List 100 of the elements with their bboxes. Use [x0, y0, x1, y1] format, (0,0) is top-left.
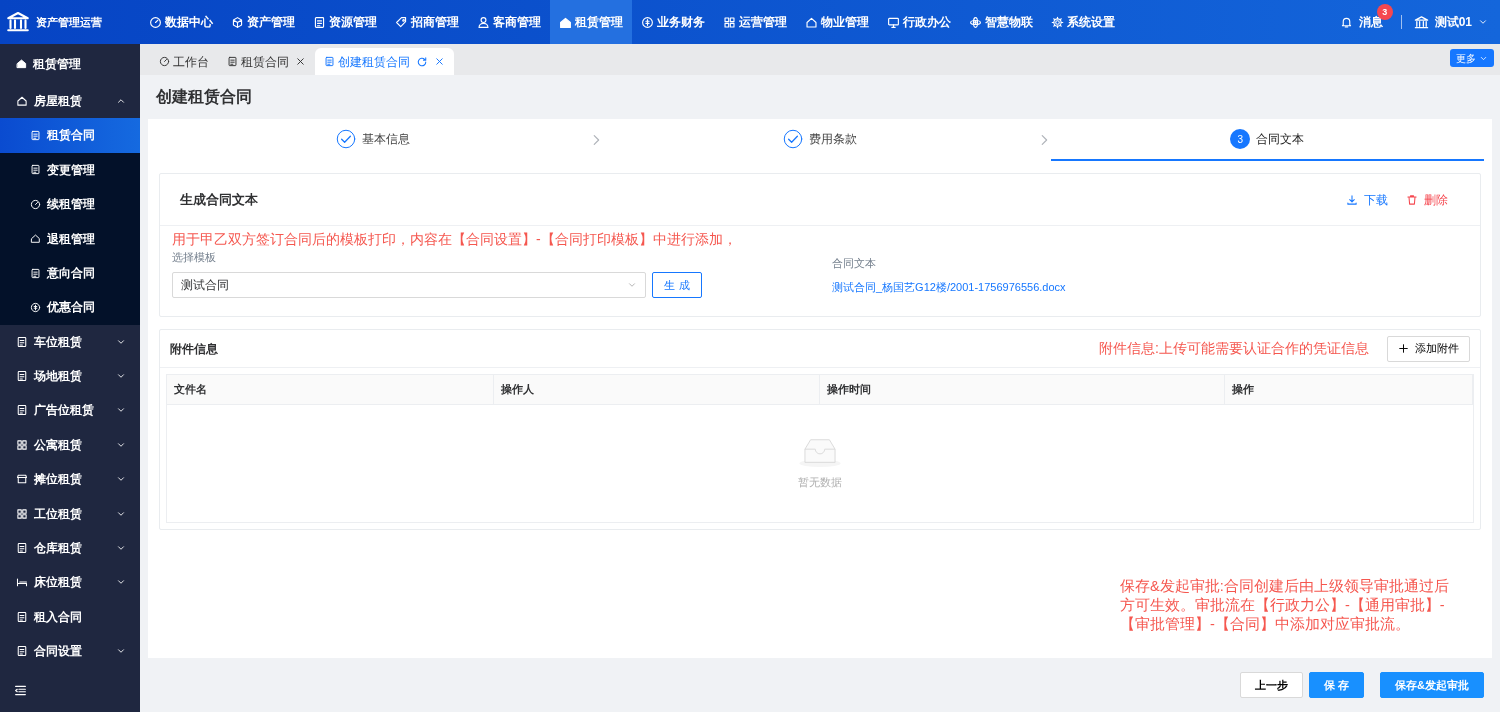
- more-button[interactable]: 更多: [1450, 49, 1494, 67]
- monitor-icon: [887, 15, 900, 29]
- column-header: 操作时间: [820, 375, 1225, 406]
- settings-icon: [1051, 15, 1064, 29]
- atom-icon: [969, 15, 982, 29]
- sidebar-item[interactable]: 租入合同: [0, 599, 140, 634]
- nav-tab[interactable]: 运营管理: [714, 0, 796, 44]
- bank-icon: [1413, 14, 1429, 30]
- collapse-menu-button[interactable]: [14, 683, 27, 697]
- file-link[interactable]: 测试合同_杨国艺G12楼/2001-1756976556.docx: [832, 281, 1066, 294]
- house-icon: [16, 95, 28, 108]
- section-title: 生成合同文本: [180, 191, 258, 210]
- nav-tab[interactable]: 物业管理: [796, 0, 878, 44]
- sidebar-subitem[interactable]: 退租管理: [0, 221, 140, 256]
- document-icon: [30, 164, 41, 176]
- page-tab[interactable]: 创建租赁合同: [315, 48, 454, 75]
- plus-icon: [1398, 343, 1409, 355]
- gauge-icon: [159, 56, 170, 67]
- hint-text: 保存&发起审批:合同创建后由上级领导审批通过后方可生效。审批流在【行政力公】-【通用审批】-【审批管理】-【合同】中添加对应审批流。: [1120, 577, 1450, 634]
- field-label: 选择模板: [172, 250, 217, 266]
- document-icon: [16, 370, 28, 383]
- step-label: 合同文本: [1256, 131, 1305, 149]
- nav-tab[interactable]: 智慧物联: [960, 0, 1042, 44]
- column-header: 文件名: [167, 375, 494, 406]
- grid-icon: [723, 15, 736, 29]
- sidebar-item[interactable]: 公寓租赁: [0, 427, 140, 462]
- hint-text: 用于甲乙双方签订合同后的模板打印，内容在【合同设置】-【合同打印模板】中进行添加，: [172, 230, 738, 250]
- sidebar-item[interactable]: 床位租赁: [0, 565, 140, 600]
- app-title: 资产管理运营: [36, 14, 102, 30]
- download-icon: [1346, 193, 1358, 206]
- cube-icon: [231, 15, 244, 29]
- sidebar-item[interactable]: 仓库租赁: [0, 530, 140, 566]
- step-label: 费用条款: [809, 131, 857, 149]
- page-title: 创建租赁合同: [156, 87, 252, 108]
- sidebar-item[interactable]: 车位租赁: [0, 324, 140, 359]
- empty-text: 暂无数据: [798, 475, 842, 491]
- menu-icon: [14, 683, 27, 697]
- sidebar-subitem[interactable]: 意向合同: [0, 255, 140, 291]
- document-icon: [16, 335, 28, 348]
- template-select[interactable]: 测试合同: [172, 272, 646, 299]
- empty-inbox-icon: [797, 436, 843, 469]
- document-icon: [227, 56, 238, 67]
- sidebar-title: 租赁管理: [33, 55, 81, 73]
- user-menu[interactable]: 测试01: [1413, 13, 1488, 31]
- sidebar-subitem[interactable]: 变更管理: [0, 152, 140, 188]
- sidebar-item[interactable]: 摊位租赁: [0, 462, 140, 497]
- caret-icon: [1478, 17, 1488, 27]
- sidebar-item[interactable]: 合同设置: [0, 633, 140, 669]
- document-icon: [16, 644, 28, 657]
- step-label: 基本信息: [361, 131, 410, 149]
- grid-icon: [16, 507, 28, 520]
- nav-tab[interactable]: 业务财务: [632, 0, 714, 44]
- field-label: 合同文本: [832, 256, 877, 272]
- sidebar-subitem[interactable]: 优惠合同: [0, 290, 140, 325]
- column-header: 操作: [1224, 375, 1473, 406]
- tag-icon: [395, 15, 408, 29]
- sidebar-subitem[interactable]: 租赁合同: [0, 118, 140, 153]
- download-button[interactable]: 下载: [1346, 190, 1388, 209]
- bed-icon: [16, 576, 28, 589]
- document-icon: [30, 129, 41, 141]
- nav-tab[interactable]: 系统设置: [1042, 0, 1124, 44]
- delete-button[interactable]: 删除: [1406, 190, 1448, 209]
- nav-tab[interactable]: 资源管理: [304, 0, 386, 44]
- grid-icon: [16, 438, 28, 451]
- sidebar-item[interactable]: 广告位租赁: [0, 393, 140, 428]
- bank-logo-icon: [6, 10, 30, 34]
- page-tab[interactable]: 工作台: [150, 48, 218, 75]
- trash-icon: [1406, 193, 1418, 206]
- home-icon: [16, 58, 27, 70]
- bell-icon: [1339, 15, 1353, 29]
- step-number: 3: [1230, 129, 1251, 150]
- sidebar-item[interactable]: 场地租赁: [0, 358, 140, 394]
- hint-text: 附件信息:上传可能需要认证合作的凭证信息: [1099, 339, 1369, 359]
- house-icon: [30, 233, 41, 245]
- sidebar-item[interactable]: 工位租赁: [0, 496, 140, 531]
- column-header: 操作人: [493, 375, 820, 406]
- document-icon: [16, 404, 28, 417]
- sidebar-subitem[interactable]: 续租管理: [0, 187, 140, 222]
- page-tab[interactable]: 租赁合同: [218, 48, 315, 75]
- nav-tab[interactable]: 资产管理: [222, 0, 304, 44]
- nav-tab[interactable]: 租赁管理: [550, 0, 632, 44]
- store-icon: [16, 473, 28, 486]
- close-icon: [295, 56, 306, 67]
- nav-tab[interactable]: 客商管理: [468, 0, 550, 44]
- document-icon: [324, 56, 335, 67]
- nav-tab[interactable]: 数据中心: [140, 0, 222, 44]
- close-icon: [434, 56, 445, 67]
- nav-tab[interactable]: 招商管理: [386, 0, 468, 44]
- gauge-icon: [149, 15, 162, 29]
- refresh-icon: [416, 55, 428, 68]
- nav-tab[interactable]: 行政办公: [878, 0, 960, 44]
- generate-button[interactable]: 生 成: [652, 272, 702, 299]
- home-icon: [559, 15, 572, 29]
- document-icon: [30, 267, 41, 279]
- footer-button[interactable]: 上一步: [1240, 671, 1303, 698]
- coin-icon: [641, 15, 654, 29]
- gauge-icon: [30, 198, 41, 210]
- document-icon: [16, 610, 28, 623]
- sidebar-item[interactable]: 房屋租赁: [0, 83, 140, 119]
- add-attachment-button[interactable]: 添加附件: [1387, 335, 1470, 362]
